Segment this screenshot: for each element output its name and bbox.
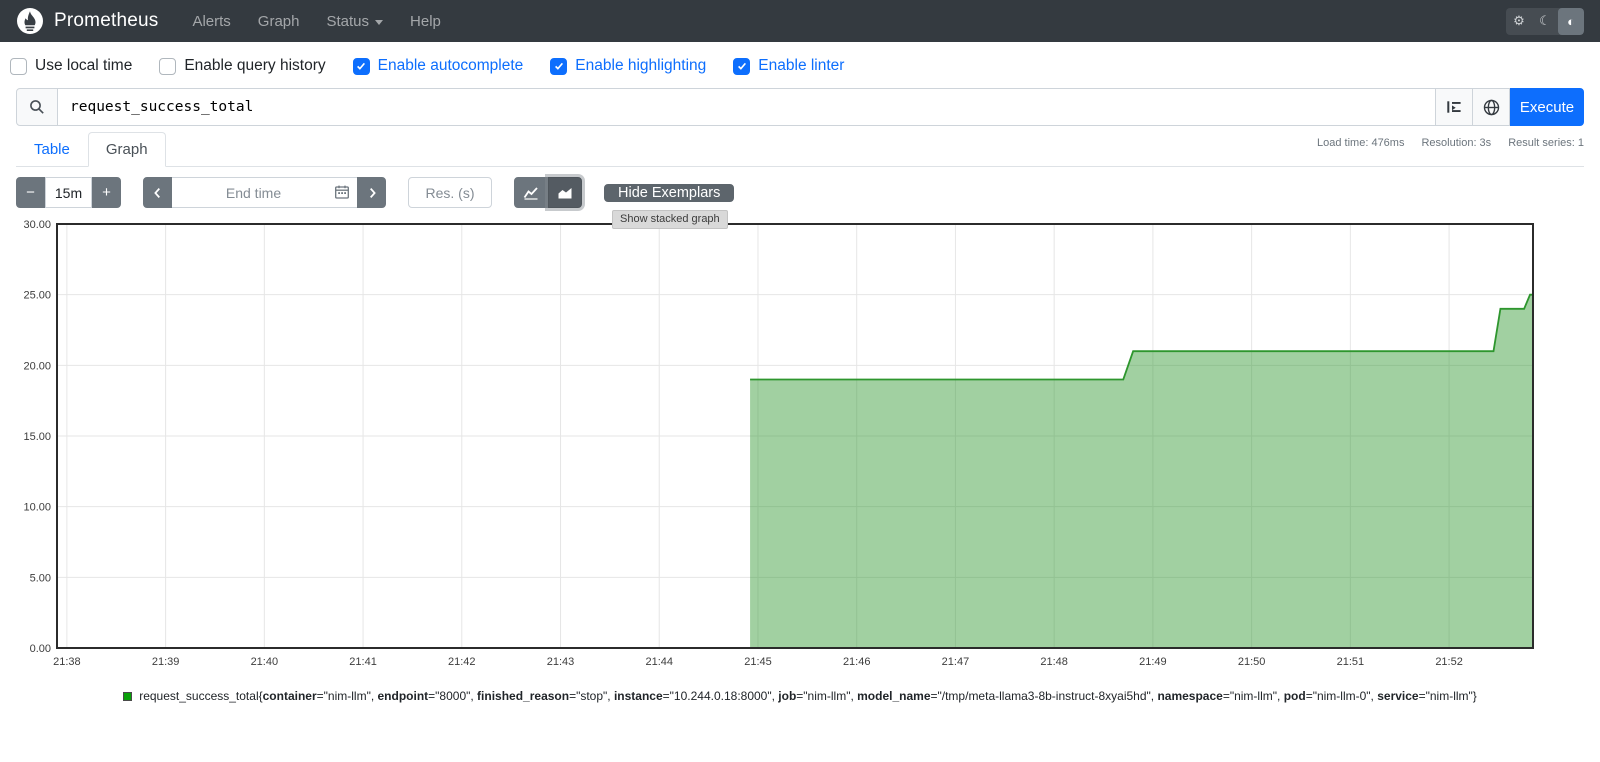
- line-graph-icon: [523, 185, 539, 201]
- chevron-right-icon: [365, 186, 379, 200]
- tabs: Table Graph: [16, 132, 166, 166]
- svg-text:21:51: 21:51: [1337, 656, 1365, 668]
- navbar: Prometheus Alerts Graph Status Help ⚙ ☾ …: [0, 0, 1600, 42]
- range-input[interactable]: [45, 177, 92, 208]
- graph-canvas[interactable]: 21:38 21:39 21:40 21:41 21:42 21:43 21:44 21:45…: [16, 216, 1584, 668]
- load-time: Load time: 476ms: [1317, 137, 1404, 166]
- checkbox: [10, 58, 27, 75]
- metrics-explorer-icon: [1483, 99, 1500, 116]
- resolution: Resolution: 3s: [1421, 137, 1491, 166]
- gear-icon: ⚙: [1513, 13, 1525, 29]
- brand-name: Prometheus: [54, 10, 158, 32]
- svg-text:21:38: 21:38: [53, 656, 81, 668]
- settings-button[interactable]: ⚙: [1506, 8, 1532, 35]
- dark-theme-button[interactable]: ☾: [1532, 8, 1558, 35]
- stacked-graph-button[interactable]: [548, 177, 582, 208]
- legend-item[interactable]: request_success_total{container="nim-llm…: [123, 689, 1477, 703]
- query-input[interactable]: [58, 88, 1436, 126]
- calendar-icon[interactable]: [334, 184, 350, 200]
- time-group: [143, 177, 386, 208]
- option-use-local-time[interactable]: Use local time: [10, 57, 132, 75]
- search-icon: [29, 99, 45, 115]
- option-enable-autocomplete[interactable]: Enable autocomplete: [353, 57, 524, 75]
- search-addon: [16, 88, 58, 126]
- contrast-icon: ◐: [1567, 14, 1575, 29]
- svg-text:21:52: 21:52: [1435, 656, 1463, 668]
- svg-text:21:41: 21:41: [349, 656, 377, 668]
- checkbox: [159, 58, 176, 75]
- brand-link[interactable]: Prometheus: [16, 7, 158, 35]
- svg-text:21:44: 21:44: [645, 656, 673, 668]
- tab-table[interactable]: Table: [16, 132, 88, 167]
- moon-icon: ☾: [1539, 13, 1551, 29]
- nav-item-help[interactable]: Help: [410, 13, 441, 30]
- legend: request_success_total{container="nim-llm…: [0, 689, 1600, 703]
- metrics-explorer-button[interactable]: [1473, 88, 1510, 126]
- check-icon: [553, 60, 565, 72]
- time-forward-button[interactable]: [357, 177, 386, 208]
- svg-text:25.00: 25.00: [23, 290, 51, 302]
- graph-panel: − + Hide: [0, 177, 1600, 703]
- svg-text:30.00: 30.00: [23, 219, 51, 231]
- check-icon: [736, 60, 748, 72]
- svg-text:0.00: 0.00: [30, 643, 51, 655]
- hide-exemplars-button[interactable]: Hide Exemplars: [604, 184, 734, 202]
- checkbox: [550, 58, 567, 75]
- tab-graph[interactable]: Graph: [88, 132, 166, 167]
- options-row: Use local time Enable query history Enab…: [0, 42, 1600, 86]
- svg-text:21:45: 21:45: [744, 656, 772, 668]
- end-time-input[interactable]: [172, 177, 357, 208]
- svg-text:21:50: 21:50: [1238, 656, 1266, 668]
- nav-item-alerts[interactable]: Alerts: [192, 13, 230, 30]
- format-expression-button[interactable]: [1436, 88, 1473, 126]
- nav-item-status[interactable]: Status: [327, 13, 384, 30]
- result-series: Result series: 1: [1508, 137, 1584, 166]
- decrease-range-button[interactable]: −: [16, 177, 45, 208]
- increase-range-button[interactable]: +: [92, 177, 121, 208]
- option-enable-highlighting[interactable]: Enable highlighting: [550, 57, 706, 75]
- svg-text:21:48: 21:48: [1040, 656, 1068, 668]
- svg-text:21:49: 21:49: [1139, 656, 1167, 668]
- svg-text:21:47: 21:47: [942, 656, 970, 668]
- svg-text:21:40: 21:40: [251, 656, 279, 668]
- svg-text:10.00: 10.00: [23, 502, 51, 514]
- checkbox: [733, 58, 750, 75]
- tab-bar: Table Graph Load time: 476ms Resolution:…: [16, 132, 1584, 167]
- svg-text:21:42: 21:42: [448, 656, 476, 668]
- graph-controls: − + Hide: [16, 177, 1584, 208]
- query-bar: Execute: [16, 88, 1584, 126]
- nav-links: Alerts Graph Status Help: [192, 13, 440, 30]
- nav-item-graph[interactable]: Graph: [258, 13, 300, 30]
- svg-text:20.00: 20.00: [23, 360, 51, 372]
- option-enable-query-history[interactable]: Enable query history: [159, 57, 325, 75]
- chart-area: 21:38 21:39 21:40 21:41 21:42 21:43 21:44 21:45…: [16, 216, 1584, 673]
- svg-text:21:46: 21:46: [843, 656, 871, 668]
- resolution-input[interactable]: [408, 177, 492, 208]
- svg-text:21:39: 21:39: [152, 656, 180, 668]
- execute-button[interactable]: Execute: [1510, 88, 1584, 126]
- range-group: − +: [16, 177, 121, 208]
- svg-text:21:43: 21:43: [547, 656, 575, 668]
- format-expression-icon: [1446, 99, 1462, 115]
- checkbox: [353, 58, 370, 75]
- theme-toggle-group: ⚙ ☾ ◐: [1506, 8, 1584, 35]
- prometheus-logo-icon: [16, 7, 44, 35]
- time-back-button[interactable]: [143, 177, 172, 208]
- status-caret-icon: [375, 20, 383, 25]
- series-swatch: [123, 692, 132, 701]
- legend-text: request_success_total{container="nim-llm…: [139, 689, 1477, 703]
- end-time-wrap: [172, 177, 357, 208]
- chevron-left-icon: [151, 186, 165, 200]
- option-enable-linter[interactable]: Enable linter: [733, 57, 844, 75]
- stacked-graph-tooltip: Show stacked graph: [612, 210, 728, 229]
- query-stats: Load time: 476ms Resolution: 3s Result s…: [1317, 132, 1584, 166]
- svg-text:15.00: 15.00: [23, 431, 51, 443]
- check-icon: [355, 60, 367, 72]
- stacked-graph-icon: [557, 185, 573, 201]
- svg-text:5.00: 5.00: [30, 572, 51, 584]
- graph-type-group: [514, 177, 582, 208]
- auto-theme-button[interactable]: ◐: [1558, 8, 1584, 35]
- line-graph-button[interactable]: [514, 177, 548, 208]
